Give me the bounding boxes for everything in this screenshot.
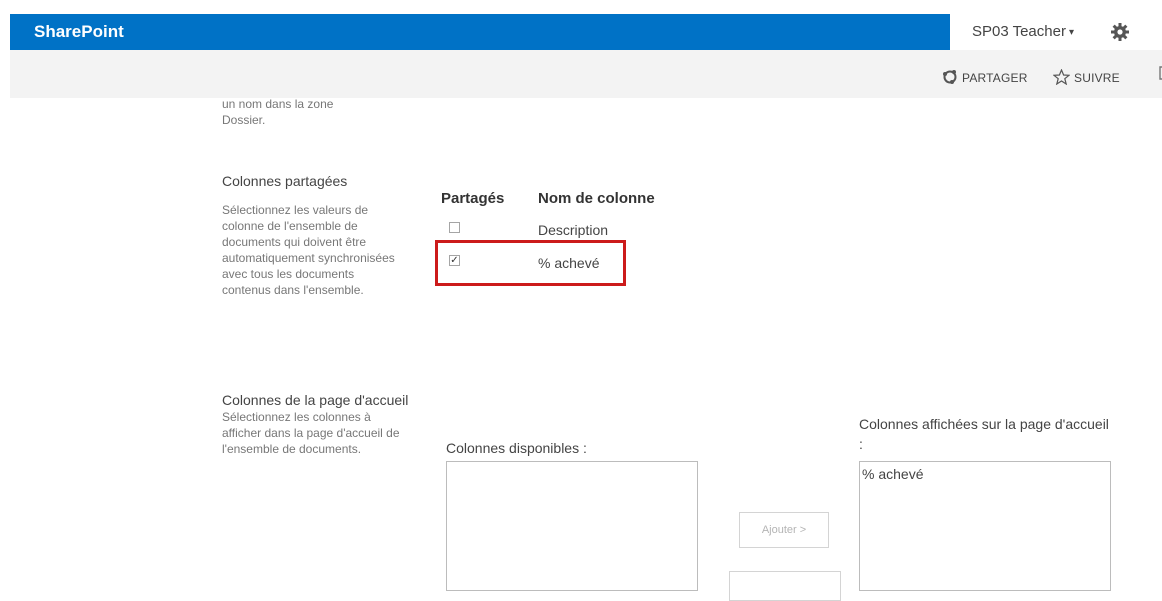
shared-columns-section: Colonnes partagées Sélectionnez les vale… — [222, 172, 422, 298]
column-name-header: Nom de colonne — [538, 190, 655, 207]
welcome-columns-section: Colonnes de la page d'accueil Sélectionn… — [222, 391, 412, 457]
displayed-columns-label: Colonnes affichées sur la page d'accueil… — [859, 416, 1109, 452]
user-area: SP03 Teacher ▾ — [950, 14, 1162, 50]
shared-columns-title: Colonnes partagées — [222, 173, 348, 189]
previous-section-text: un nom dans la zone Dossier. — [222, 97, 334, 127]
focus-content-icon[interactable] — [1158, 65, 1162, 81]
chevron-down-icon: ▾ — [1068, 27, 1074, 38]
follow-button[interactable]: SUIVRE — [1052, 68, 1120, 86]
available-columns-list[interactable] — [446, 461, 698, 591]
user-menu[interactable]: SP03 Teacher ▾ — [972, 23, 1074, 40]
welcome-columns-title: Colonnes de la page d'accueil — [222, 392, 409, 408]
shared-header: Partagés — [441, 190, 505, 207]
suite-bar: SharePoint — [10, 14, 950, 50]
list-item[interactable]: % achevé — [860, 462, 1110, 486]
ribbon: PARTAGER SUIVRE — [10, 50, 1162, 98]
gear-icon[interactable] — [1110, 22, 1130, 42]
displayed-columns-list[interactable]: % achevé — [859, 461, 1111, 591]
highlight-box — [435, 240, 626, 286]
star-icon — [1052, 68, 1071, 86]
user-name: SP03 Teacher — [972, 23, 1066, 40]
add-button[interactable]: Ajouter > — [739, 512, 829, 548]
app-brand[interactable]: SharePoint — [34, 22, 124, 42]
shared-columns-description: Sélectionnez les valeurs de colonne de l… — [222, 203, 395, 297]
share-button[interactable]: PARTAGER — [942, 69, 1028, 85]
column-name-description: Description — [538, 222, 609, 238]
shared-checkbox-description[interactable] — [449, 222, 460, 233]
share-label: PARTAGER — [962, 71, 1028, 85]
welcome-columns-description: Sélectionnez les colonnes à afficher dan… — [222, 410, 400, 456]
remove-button[interactable] — [729, 571, 841, 601]
share-icon — [943, 70, 957, 84]
follow-label: SUIVRE — [1074, 71, 1120, 85]
available-columns-label: Colonnes disponibles : — [446, 440, 587, 456]
